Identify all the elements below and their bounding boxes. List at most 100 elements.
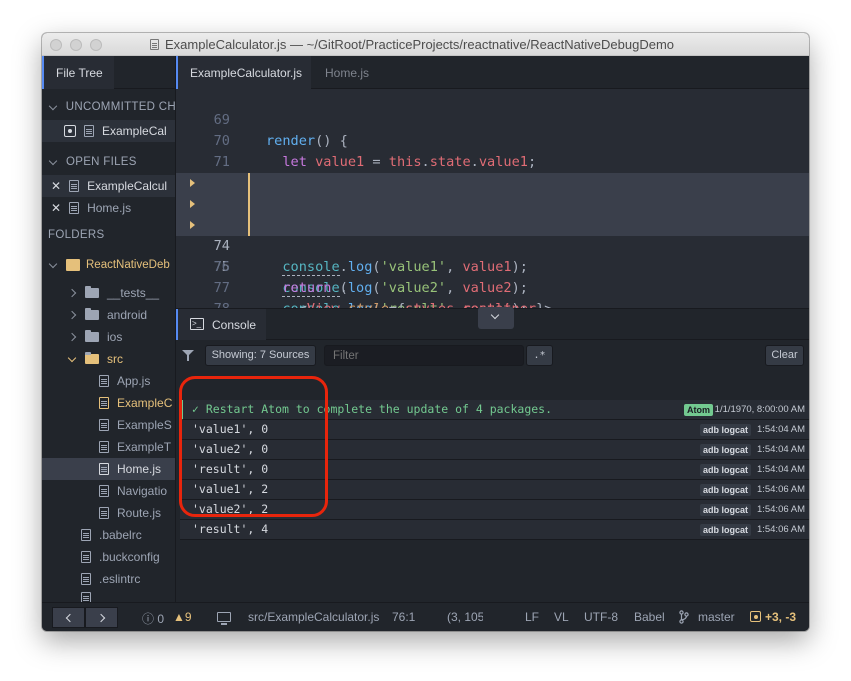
file-icon [99,419,109,431]
tree-item-label: Home.js [117,462,162,476]
file-icon [99,463,109,475]
file-icon [99,485,109,497]
code-line: 78 <View style={style utRow}> [176,278,809,308]
tree-item-home[interactable]: Home.js [42,458,175,480]
log-source-badge: adb logcat [699,484,751,496]
tree-item-route[interactable]: Route.js [42,502,175,524]
minimize-window-button[interactable] [70,39,82,51]
uncommitted-file-item[interactable]: ExampleCal [42,120,175,142]
tab-examplecalculator[interactable]: ExampleCalculator.js [176,56,311,89]
status-file-path[interactable]: src/ExampleCalculator.js [248,610,379,624]
folder-icon [85,330,99,342]
log-timestamp: 1/1/1970, 8:00:00 AM [714,404,805,415]
git-branch-icon [679,610,689,624]
status-branch[interactable]: master [698,610,735,624]
tree-item-examples[interactable]: ExampleS [42,414,175,436]
repo-icon [66,259,80,271]
close-icon[interactable]: ✕ [51,201,61,215]
tree-item-eslintrc[interactable]: .eslintrc [42,568,175,590]
tree-item-label: .buckconfig [99,550,160,564]
tree-item-android[interactable]: android [42,304,175,326]
clear-button[interactable]: Clear [765,345,804,366]
file-icon [99,507,109,519]
tab-home[interactable]: Home.js [313,56,383,89]
log-timestamp: 1:54:04 AM [756,424,805,435]
git-added-bar [248,194,250,215]
log-source-badge: adb logcat [699,504,751,516]
uncommitted-section-header[interactable]: UNCOMMITTED CH [42,96,175,118]
zoom-window-button[interactable] [90,39,102,51]
open-file-item[interactable]: ✕ Home.js [42,197,175,219]
file-icon [99,441,109,453]
scroll-to-bottom-button[interactable] [478,307,514,329]
sources-button[interactable]: Showing: 7 Sources [205,345,316,366]
code-line: 70 let value1 = this.state.value1; [176,110,809,170]
status-git-diff[interactable]: +3, -3 [750,610,796,624]
tree-item-examplecalculator[interactable]: ExampleC [42,392,175,414]
log-entry[interactable]: 'result', 4 adb logcat 1:54:06 AM [180,520,809,540]
tree-item-label: .babelrc [99,528,142,542]
close-window-button[interactable] [50,39,62,51]
filter-icon[interactable] [182,350,194,361]
tree-item-examplet[interactable]: ExampleT [42,436,175,458]
status-line-ending[interactable]: LF [525,610,539,624]
tree-item-navigation[interactable]: Navigatio [42,480,175,502]
log-source-badge: Atom [684,404,713,416]
code-line: 69 render() { [176,89,809,149]
file-icon [81,551,91,563]
terminal-icon: >_ [190,318,204,330]
tree-item-ios[interactable]: ios [42,326,175,348]
warning-count[interactable]: ▲9 [173,610,192,624]
log-entry[interactable]: 'value2', 0 adb logcat 1:54:04 AM [180,440,809,460]
log-entry[interactable]: 'result', 0 adb logcat 1:54:04 AM [180,460,809,480]
log-entry[interactable]: 'value1', 0 adb logcat 1:54:04 AM [180,420,809,440]
close-icon[interactable]: ✕ [51,179,61,193]
log-timestamp: 1:54:06 AM [756,504,805,515]
log-message: 'result', 0 [192,462,269,476]
tree-item-babelrc[interactable]: .babelrc [42,524,175,546]
code-area[interactable]: 69 render() { 70 let value1 = this.state… [176,89,809,308]
code-line: 77 <View style={styles.container}> [176,257,809,308]
code-line-highlighted: 74 console.log('value2', value2); [176,194,809,297]
filter-input[interactable] [324,345,524,366]
status-cursor-position[interactable]: 76:1 [392,610,415,624]
tree-item-label: ExampleS [117,418,172,432]
forward-button[interactable] [85,607,118,628]
tree-tab-bar: File Tree [42,56,175,89]
status-grammar[interactable]: Babel [634,610,665,624]
status-selection-count: (3, 105 [447,610,483,624]
regex-toggle-button[interactable]: .* [526,345,553,366]
status-encoding[interactable]: UTF-8 [584,610,618,624]
file-icon [99,397,109,409]
file-icon [99,375,109,387]
uncommitted-file-label: ExampleCal [102,124,167,138]
chevron-right-icon [67,310,77,320]
status-vl[interactable]: VL [554,610,569,624]
log-source-badge: adb logcat [699,524,751,536]
folders-section-header[interactable]: FOLDERS [42,224,175,246]
editor-tab-bar: ExampleCalculator.js Home.js [176,56,809,89]
file-icon [84,125,94,137]
tree-item-tests[interactable]: __tests__ [42,282,175,304]
project-root-folder[interactable]: ReactNativeDeb [42,254,175,276]
tree-item-src[interactable]: src [42,348,175,370]
log-message: ✓ Restart Atom to complete the update of… [192,402,553,416]
log-entry[interactable]: 'value2', 2 adb logcat 1:54:06 AM [180,500,809,520]
log-entry[interactable]: 'value1', 2 adb logcat 1:54:06 AM [180,480,809,500]
open-file-item[interactable]: ✕ ExampleCalcul [42,175,175,197]
back-button[interactable] [52,607,85,628]
tree-item-app[interactable]: App.js [42,370,175,392]
folders-header-label: FOLDERS [48,229,105,241]
open-files-section-header[interactable]: OPEN FILES [42,151,175,173]
modified-line-marker-icon [190,179,195,187]
log-entry[interactable]: ✓ Restart Atom to complete the update of… [180,400,809,420]
tab-console[interactable]: >_ Console [176,309,266,340]
tree-item-label: .eslintrc [99,572,141,586]
tree-item-buckconfig[interactable]: .buckconfig [42,546,175,568]
tab-file-tree[interactable]: File Tree [42,56,114,89]
monitor-icon[interactable] [217,612,231,625]
error-count[interactable]: ⓘ 0 [142,610,164,627]
tree-item-clipped[interactable] [42,592,175,602]
log-source-badge: adb logcat [699,464,751,476]
code-line: 71 let value2 = this.state.value1; [176,131,809,191]
